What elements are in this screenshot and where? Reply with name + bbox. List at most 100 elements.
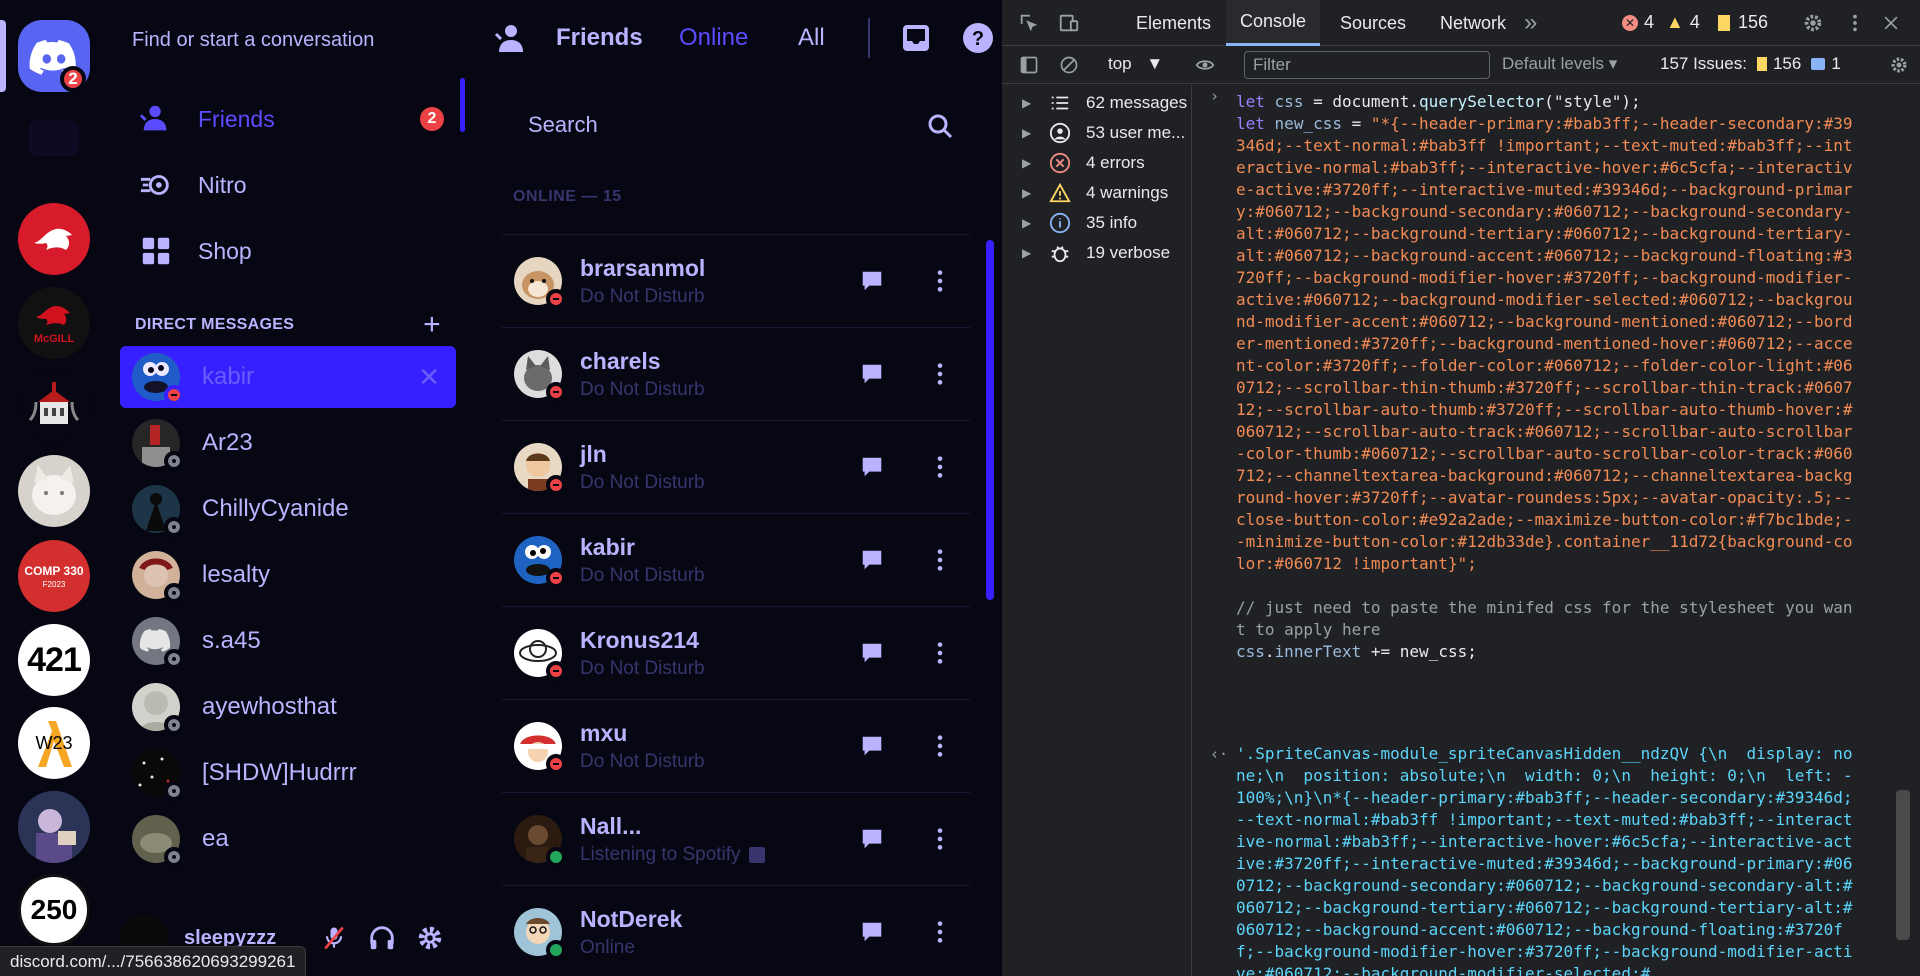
headphones-icon[interactable]	[362, 918, 402, 958]
friend-name: Kronus214	[580, 626, 699, 653]
svg-text:?: ?	[972, 28, 984, 50]
friend-row[interactable]: mxu Do Not Disturb	[502, 699, 970, 792]
warning-counter[interactable]: ▲ 4	[1666, 12, 1700, 33]
tab-network[interactable]: Network	[1426, 0, 1520, 46]
dm-item-sa45[interactable]: s.a45	[120, 610, 456, 672]
server-folder[interactable]	[29, 120, 79, 156]
server-w23[interactable]: W23	[18, 707, 90, 779]
server-list: 2 McGILL COMP 330 F2023 421 W23 250	[0, 0, 108, 976]
mute-microphone-icon[interactable]	[314, 918, 354, 958]
friend-row[interactable]: brarsanmol Do Not Disturb	[502, 234, 970, 327]
tab-console[interactable]: Console	[1226, 0, 1321, 46]
nav-nitro[interactable]: Nitro	[120, 156, 456, 214]
friends-scrollbar[interactable]	[986, 240, 994, 600]
code-variable: css	[1236, 642, 1265, 661]
more-options-icon[interactable]	[920, 354, 960, 394]
more-options-icon[interactable]	[920, 540, 960, 580]
help-icon[interactable]: ?	[960, 20, 996, 56]
console-scrollbar[interactable]	[1896, 790, 1910, 940]
inspect-element-icon[interactable]	[1012, 6, 1046, 40]
console-return-value[interactable]: '.SpriteCanvas-module_spriteCanvasHidden…	[1236, 743, 1856, 976]
devtools-settings-gear-icon[interactable]	[1796, 6, 1830, 40]
inbox-icon[interactable]	[898, 20, 934, 56]
sidebar-label: 62 messages	[1086, 93, 1188, 112]
dm-item-shdw-hudrrr[interactable]: [SHDW]Hudrrr	[120, 742, 456, 804]
message-bubble-icon[interactable]	[852, 261, 892, 301]
live-expression-eye-icon[interactable]	[1188, 48, 1222, 82]
kebab-menu-icon[interactable]	[1838, 6, 1872, 40]
context-selector[interactable]: top ▼	[1108, 54, 1163, 74]
console-input-code[interactable]: let css = document.querySelector("style"…	[1236, 91, 1856, 663]
server-bird[interactable]	[18, 203, 90, 275]
friend-row[interactable]: Nall... Listening to Spotify	[502, 792, 970, 885]
tab-elements[interactable]: Elements	[1122, 0, 1225, 46]
message-bubble-icon[interactable]	[852, 633, 892, 673]
avatar	[132, 617, 184, 669]
dm-item-chillycyanide[interactable]: ChillyCyanide	[120, 478, 456, 540]
issues-link[interactable]: 157 Issues: 156 1	[1660, 54, 1841, 74]
dnd-status-icon	[546, 382, 566, 402]
code-plain: = document.	[1303, 92, 1420, 111]
more-options-icon[interactable]	[920, 726, 960, 766]
issues-counter[interactable]: 156	[1718, 12, 1768, 33]
tab-all[interactable]: All	[798, 24, 825, 52]
close-devtools-icon[interactable]	[1874, 6, 1908, 40]
dm-item-ea[interactable]: ea	[120, 808, 456, 870]
server-reader[interactable]	[18, 791, 90, 863]
server-cat[interactable]	[18, 455, 90, 527]
nav-friends[interactable]: Friends 2	[120, 90, 456, 148]
more-tabs-icon[interactable]: »	[1516, 0, 1545, 46]
friend-info: Nall... Listening to Spotify	[580, 813, 765, 866]
server-250[interactable]: 250	[18, 874, 90, 946]
tab-sources[interactable]: Sources	[1326, 0, 1420, 46]
server-421[interactable]: 421	[18, 624, 90, 696]
friend-row[interactable]: charels Do Not Disturb	[502, 327, 970, 420]
more-options-icon[interactable]	[920, 819, 960, 859]
server-comp330[interactable]: COMP 330 F2023	[18, 540, 90, 612]
tab-online[interactable]: Online	[679, 24, 748, 52]
create-dm-plus-icon[interactable]: +	[423, 310, 441, 340]
more-options-icon[interactable]	[920, 633, 960, 673]
clear-console-icon[interactable]	[1052, 48, 1086, 82]
nav-shop[interactable]: Shop	[120, 222, 456, 280]
message-bubble-icon[interactable]	[852, 819, 892, 859]
dm-item-kabir[interactable]: kabir ✕	[120, 346, 456, 408]
settings-gear-icon[interactable]	[410, 918, 450, 958]
log-levels-dropdown[interactable]: Default levels ▾	[1502, 54, 1617, 74]
output-return-icon: ‹·	[1210, 745, 1229, 763]
sidebar-toggle-icon[interactable]	[1012, 48, 1046, 82]
friend-row[interactable]: NotDerek Online	[502, 885, 970, 976]
friend-name: kabir	[580, 533, 635, 560]
warning-icon: ▲	[1666, 12, 1684, 32]
friend-row[interactable]: kabir Do Not Disturb	[502, 513, 970, 606]
server-university[interactable]	[18, 370, 90, 442]
device-toolbar-icon[interactable]	[1052, 6, 1086, 40]
friend-info: mxu Do Not Disturb	[580, 720, 705, 773]
message-bubble-icon[interactable]	[852, 726, 892, 766]
console-settings-gear-icon[interactable]	[1882, 48, 1916, 82]
find-conversation-button[interactable]: Find or start a conversation	[120, 14, 456, 66]
avatar	[514, 815, 566, 867]
message-bubble-icon[interactable]	[852, 912, 892, 952]
sidebar-label: 4 warnings	[1086, 183, 1169, 202]
message-bubble-icon[interactable]	[852, 354, 892, 394]
more-options-icon[interactable]	[920, 912, 960, 952]
message-bubble-icon[interactable]	[852, 447, 892, 487]
more-options-icon[interactable]	[920, 447, 960, 487]
sidebar-verbose[interactable]: ▶ 19 verbose	[1022, 235, 1192, 271]
console-filter-input[interactable]: Filter	[1244, 51, 1490, 79]
more-options-icon[interactable]	[920, 261, 960, 301]
error-counter[interactable]: ✕ 4	[1622, 12, 1654, 33]
friend-row[interactable]: jln Do Not Disturb	[502, 420, 970, 513]
expand-arrow-icon: ▶	[1022, 96, 1032, 110]
dm-item-ayewhosthat[interactable]: ayewhosthat	[120, 676, 456, 738]
friends-search-input[interactable]: Search	[502, 98, 970, 152]
console-toolbar: top ▼ Filter Default levels ▾ 157 Issues…	[1002, 46, 1920, 84]
message-bubble-icon[interactable]	[852, 540, 892, 580]
friend-row[interactable]: Kronus214 Do Not Disturb	[502, 606, 970, 699]
dm-item-lesalty[interactable]: lesalty	[120, 544, 456, 606]
dm-sidebar: Find or start a conversation Friends 2 N…	[108, 0, 468, 976]
close-dm-icon[interactable]: ✕	[418, 362, 440, 393]
server-mcgill[interactable]: McGILL	[18, 287, 90, 359]
dm-item-ar23[interactable]: Ar23	[120, 412, 456, 474]
